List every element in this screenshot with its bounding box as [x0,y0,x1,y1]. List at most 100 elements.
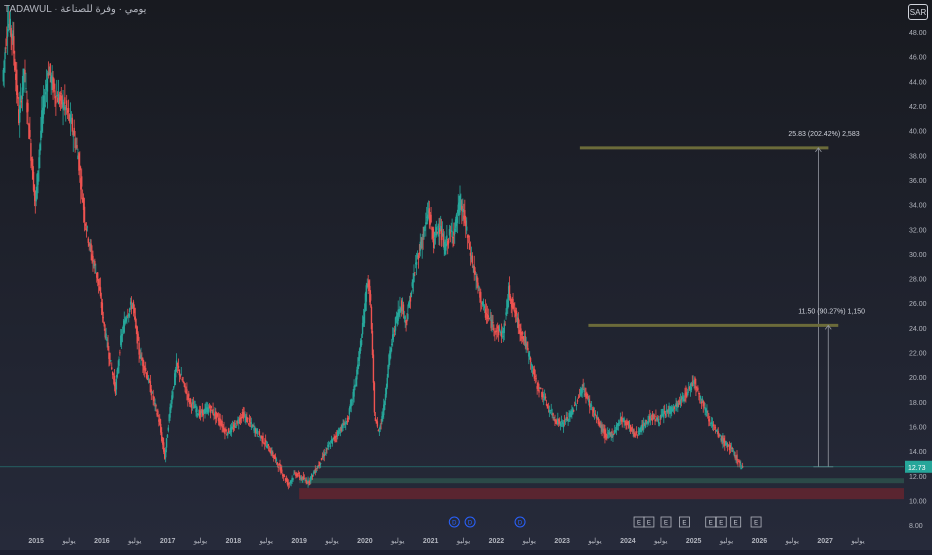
candle [237,419,239,421]
candle [94,260,96,266]
candle [725,442,728,446]
candle [538,389,540,393]
candle [85,228,88,231]
candle [530,363,533,366]
candle [76,145,78,149]
price-chart[interactable]: 25.83 (202.42%) 2,583 11.50 (90.27%) 1,15… [0,0,932,550]
candle [555,420,557,424]
x-tick-label: يوليو [522,537,536,545]
currency-badge[interactable]: SAR [908,4,928,20]
candle [690,386,693,390]
y-tick-label: 42.00 [909,104,927,111]
candle [228,428,230,433]
candle [605,433,607,435]
candle [548,410,551,412]
candle [673,406,676,409]
chart-area[interactable]: 25.83 (202.42%) 2,583 11.50 (90.27%) 1,15… [0,0,932,550]
x-tick-label: 2018 [226,538,242,545]
candle [231,426,234,429]
candle [250,422,253,424]
candle [739,461,741,464]
candle [614,431,617,433]
candle [144,367,147,371]
x-tick-label: 2023 [554,538,570,545]
y-tick-label: 16.00 [909,424,927,431]
candle [733,452,735,456]
candle [371,330,374,355]
candle [56,94,58,96]
candle [469,252,472,256]
candle [305,480,307,483]
candle [594,414,597,416]
candle [573,410,575,412]
candle [328,443,331,445]
x-tick-label: يوليو [193,537,207,545]
candle [232,427,235,430]
candle [360,339,363,346]
candle [567,418,569,422]
candle [159,418,161,425]
candle [181,378,183,381]
candle [293,473,295,475]
candle [465,226,468,231]
candle [320,458,323,461]
candle [491,319,493,328]
candle [736,454,738,461]
candle [329,445,332,447]
symbol-label: يومي · وفرة للصناعة [60,4,147,15]
candle [357,364,359,375]
y-tick-label: 34.00 [909,203,927,210]
candle [687,392,689,396]
candle [79,165,81,171]
candle [97,279,100,286]
exchange-label: TADAWUL [4,4,52,15]
candle [344,426,346,428]
candle [4,52,6,60]
candle [558,419,560,422]
candle [167,427,170,431]
candle [462,208,464,213]
candle [129,308,131,313]
candle [102,317,105,319]
candle [531,365,534,369]
candle [38,157,40,169]
candle [653,414,655,420]
candle [264,443,266,445]
candle [577,397,580,399]
dividend-marker-label: D [468,521,473,527]
candle [550,409,552,411]
candle [37,170,39,185]
candle [713,429,716,430]
earnings-marker-label: E [647,521,651,527]
candle [716,430,718,432]
candle [119,352,121,354]
candle [110,360,112,362]
candle [493,327,495,331]
candle [60,93,62,95]
candle [369,294,372,301]
candle [712,424,715,426]
candle [370,306,373,330]
candle [372,354,375,383]
candle [151,392,153,394]
y-tick-label: 8.00 [909,523,923,530]
candle [83,206,86,223]
candle [186,389,188,394]
candle [611,431,613,433]
x-tick-label: 2019 [291,538,307,545]
candle [353,386,355,397]
candle [589,404,592,406]
candle [259,437,261,438]
candle [587,395,589,400]
candle [53,79,55,89]
candle [613,434,615,435]
candle [143,361,145,371]
candle [222,426,224,428]
candle [72,135,74,137]
candle [182,380,184,382]
x-tick-label: يوليو [719,537,733,545]
candle [101,302,104,315]
candle [126,317,128,320]
candle [24,69,26,75]
candle [90,243,92,252]
